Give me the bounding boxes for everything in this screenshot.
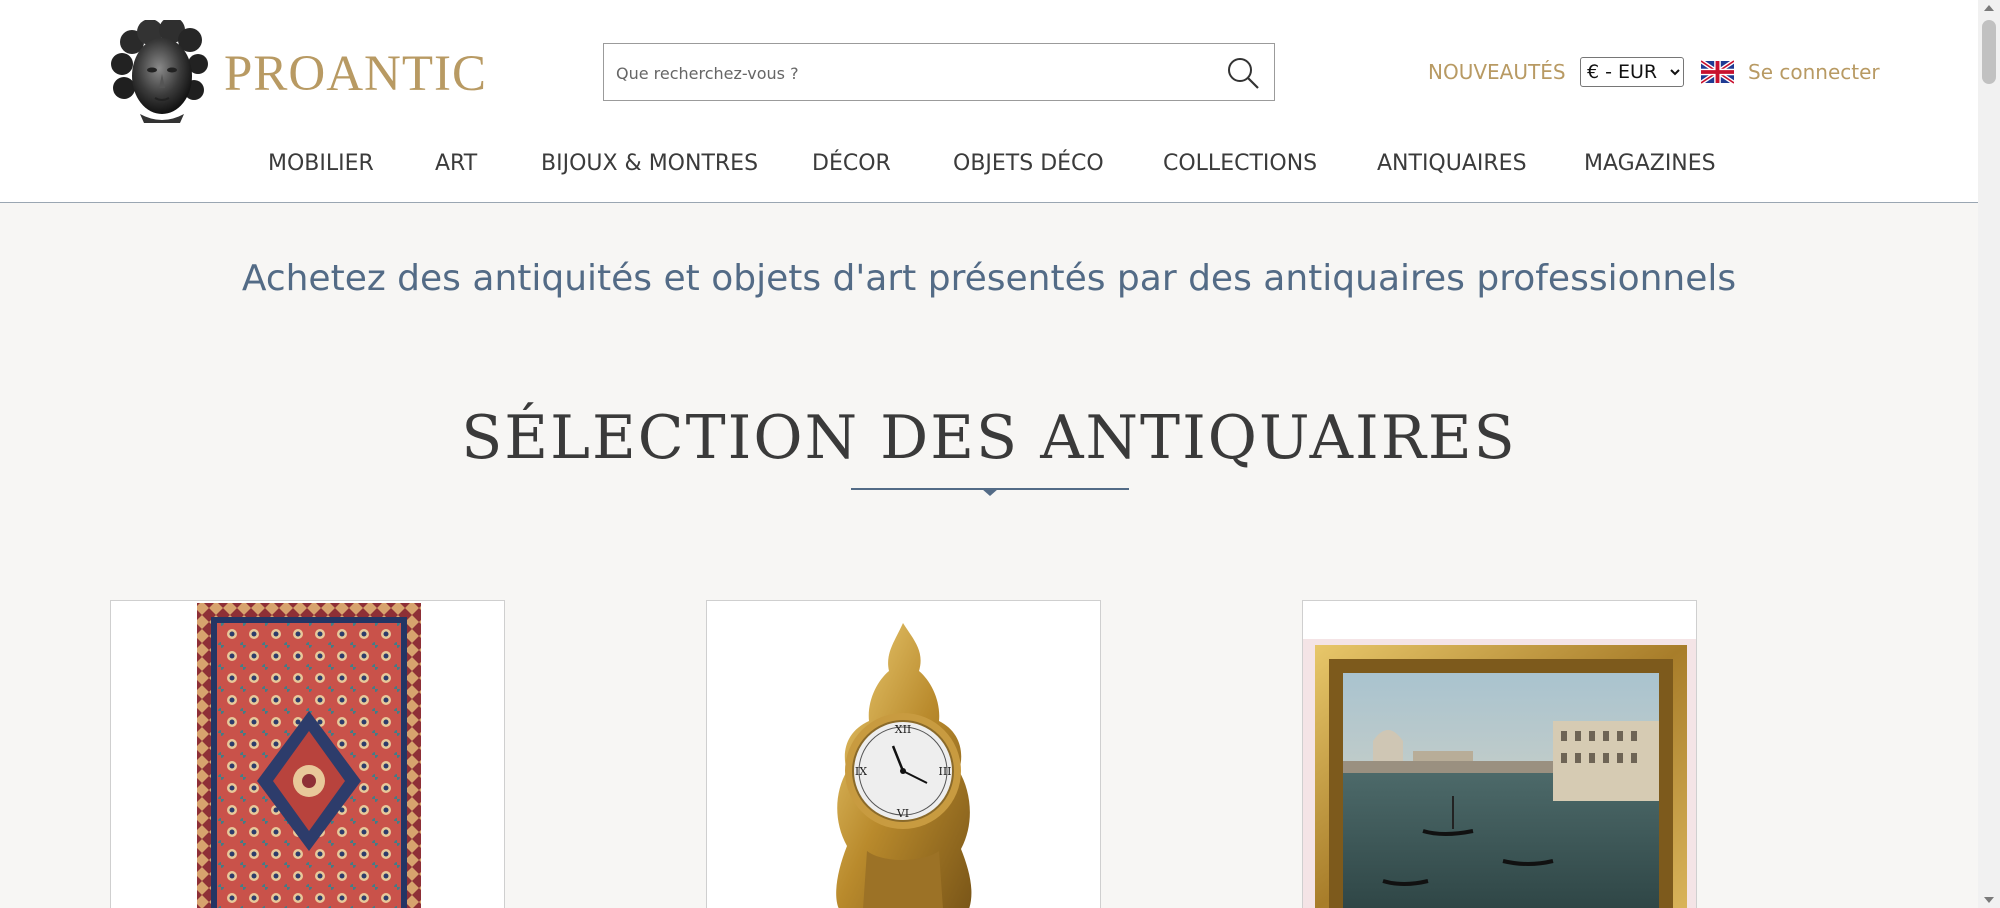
- section-title: SÉLECTION DES ANTIQUAIRES: [461, 403, 1517, 473]
- nav-item-decor[interactable]: DÉCOR: [812, 150, 891, 178]
- persian-rug-image: [197, 603, 421, 908]
- search-bar: [603, 43, 1275, 102]
- gilt-clock-image: XII III VI IX: [836, 623, 972, 908]
- product-card-painting[interactable]: [1302, 600, 1697, 908]
- new-arrivals-link[interactable]: NOUVEAUTÉS: [1428, 59, 1566, 85]
- page-scrollbar[interactable]: [1978, 0, 2000, 908]
- uk-flag-icon[interactable]: [1701, 60, 1734, 84]
- product-card-clock[interactable]: XII III VI IX: [706, 600, 1101, 908]
- brand-name[interactable]: PROANTIC: [224, 44, 487, 104]
- venice-painting-image: [1303, 639, 1696, 908]
- svg-text:XII: XII: [895, 723, 912, 736]
- scroll-down-arrow-icon[interactable]: [1984, 897, 1994, 903]
- scroll-thumb[interactable]: [1982, 20, 1996, 84]
- search-input[interactable]: [614, 44, 1208, 102]
- site-tagline: Achetez des antiquités et objets d'art p…: [241, 258, 1737, 299]
- nav-item-bijoux-montres[interactable]: BIJOUX & MONTRES: [541, 150, 758, 178]
- sculpted-head-logo[interactable]: [110, 20, 208, 123]
- currency-select[interactable]: € - EUR: [1580, 57, 1684, 87]
- title-underline-divider: [851, 488, 1129, 496]
- nav-item-magazines[interactable]: MAGAZINES: [1584, 150, 1716, 178]
- site-header: PROANTIC NOUVEAUTÉS € - EUR Se connecter…: [0, 0, 1978, 203]
- svg-text:VI: VI: [896, 807, 909, 820]
- nav-item-art[interactable]: ART: [435, 150, 477, 178]
- search-icon[interactable]: [1226, 56, 1260, 90]
- product-card-rug[interactable]: [110, 600, 505, 908]
- login-link[interactable]: Se connecter: [1748, 59, 1880, 85]
- nav-item-objets-deco[interactable]: OBJETS DÉCO: [953, 150, 1104, 178]
- nav-item-antiquaires[interactable]: ANTIQUAIRES: [1377, 150, 1527, 178]
- scroll-up-arrow-icon[interactable]: [1984, 5, 1994, 11]
- svg-text:III: III: [938, 765, 951, 778]
- nav-item-collections[interactable]: COLLECTIONS: [1163, 150, 1317, 178]
- svg-text:IX: IX: [855, 765, 867, 778]
- nav-item-mobilier[interactable]: MOBILIER: [268, 150, 374, 178]
